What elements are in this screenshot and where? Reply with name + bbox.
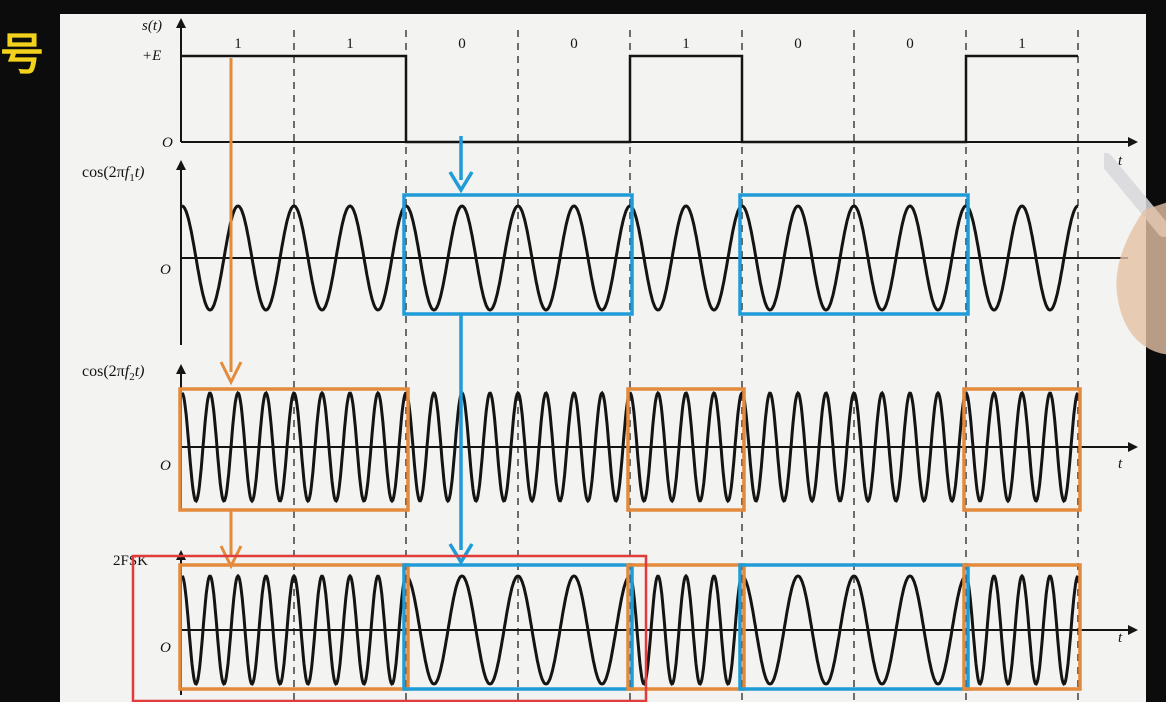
bit-label: 0	[570, 36, 578, 52]
fsk-time-arrow	[1128, 625, 1138, 635]
diagram-sheet: s(t) +E O t 1 1 0 0 1 0 0 1 cos(2πf1t) O cos(2π…	[60, 14, 1146, 702]
f2-t-label: t	[1118, 456, 1123, 472]
s-axis-label: s(t)	[142, 18, 162, 34]
f2-time-arrow	[1128, 442, 1138, 452]
side-character: 号	[0, 29, 44, 80]
f1-origin-label: O	[160, 262, 171, 278]
f2-origin-label: O	[160, 458, 171, 474]
orange-guide-arrows	[219, 58, 243, 570]
binary-square-wave	[182, 54, 1078, 144]
bit-label: 0	[906, 36, 914, 52]
plus-e-label: +E	[142, 48, 161, 64]
cos-f1-label: cos(2πf1t)	[82, 164, 144, 184]
hand-with-pen	[1104, 153, 1166, 355]
s-origin-label: O	[162, 135, 173, 151]
bit-label: 1	[682, 36, 690, 52]
bit-label: 1	[346, 36, 354, 52]
f1-amp-arrow	[176, 160, 186, 170]
fsk-t-label: t	[1118, 630, 1123, 646]
f2-amp-arrow	[176, 364, 186, 374]
bit-label: 1	[234, 36, 242, 52]
s-amp-arrow	[176, 18, 186, 28]
fsk-f2-highlight-box	[962, 563, 1082, 691]
blue-guide-arrows	[448, 136, 474, 566]
fsk-diagram: s(t) +E O t 1 1 0 0 1 0 0 1 cos(2πf1t) O cos(2π…	[82, 18, 1138, 702]
cos-f2-label: cos(2πf2t)	[82, 363, 144, 383]
fsk-origin-label: O	[160, 640, 171, 656]
bit-label: 0	[794, 36, 802, 52]
s-time-arrow	[1128, 137, 1138, 147]
bit-label: 0	[458, 36, 466, 52]
bit-label: 1	[1018, 36, 1026, 52]
